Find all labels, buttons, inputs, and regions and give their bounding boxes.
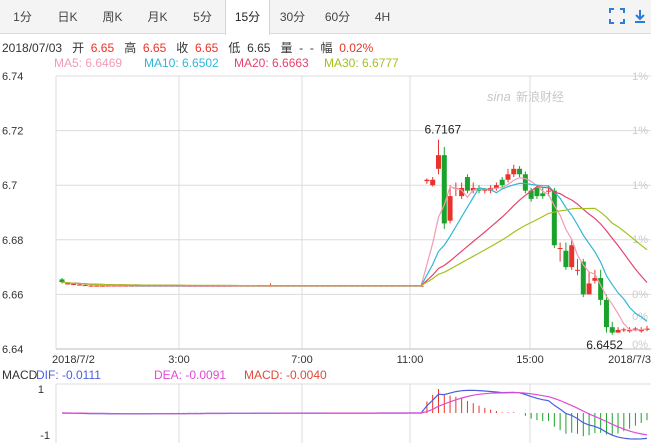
macd-header-3: MACD: -0.0040 bbox=[244, 368, 327, 382]
macd-header-2: DEA: -0.0091 bbox=[154, 368, 226, 382]
candle-body bbox=[615, 329, 621, 333]
pct-tick: 0% bbox=[632, 289, 648, 301]
candle-body bbox=[534, 187, 540, 197]
ma5-line bbox=[61, 176, 648, 331]
candle-body bbox=[621, 329, 627, 331]
candle-body bbox=[586, 283, 592, 295]
watermark-text: 新浪财经 bbox=[516, 89, 564, 104]
ma10-line bbox=[61, 182, 648, 322]
price-tick: 6.68 bbox=[2, 235, 23, 247]
candle-body bbox=[88, 285, 94, 287]
macd-header-0: MACD bbox=[2, 368, 38, 382]
candle-body bbox=[522, 174, 528, 191]
candle-body bbox=[557, 247, 563, 249]
pct-tick: 1% bbox=[632, 180, 648, 192]
candle-body bbox=[71, 284, 77, 286]
candle-body bbox=[65, 283, 71, 285]
price-tick: 6.66 bbox=[2, 289, 23, 301]
candle-body bbox=[464, 177, 470, 191]
sina-logo-icon: sina bbox=[487, 89, 511, 104]
ma20-line bbox=[61, 185, 648, 287]
candle-body bbox=[435, 155, 441, 169]
candle-body bbox=[574, 269, 580, 271]
candle-body bbox=[609, 327, 615, 333]
candle-body bbox=[517, 168, 523, 175]
time-tick: 2018/7/3 bbox=[608, 354, 651, 366]
macd-tick: 1 bbox=[38, 384, 44, 396]
macd-tick: -1 bbox=[40, 430, 50, 442]
time-tick: 2018/7/2 bbox=[52, 354, 95, 366]
high-annotation: 6.7167 bbox=[424, 123, 461, 137]
candle-body bbox=[424, 179, 430, 182]
price-tick: 6.72 bbox=[2, 126, 23, 138]
time-tick: 15:00 bbox=[516, 354, 544, 366]
kline-chart-widget: 1分 日K 周K 月K 5分 15分 30分 60分 4H 2018/07/03 开 6.65 … bbox=[0, 0, 651, 443]
candle-body bbox=[82, 285, 88, 287]
candle-body bbox=[430, 179, 436, 186]
candle-body bbox=[511, 168, 517, 175]
time-tick: 3:00 bbox=[168, 354, 189, 366]
ma30-line bbox=[61, 207, 648, 287]
price-tick: 6.64 bbox=[2, 344, 23, 356]
macd-header-1: DIF: -0.0111 bbox=[36, 368, 101, 382]
dif-line bbox=[61, 389, 648, 440]
kline-chart[interactable]: 6.746.726.76.686.666.641%1%1%1%0%0%0%201… bbox=[0, 0, 651, 443]
pct-tick: 1% bbox=[632, 71, 648, 83]
time-tick: 7:00 bbox=[291, 354, 312, 366]
candle-body bbox=[563, 250, 569, 268]
candle-body bbox=[603, 299, 609, 328]
candle-body bbox=[551, 190, 557, 246]
low-annotation: 6.6452 bbox=[586, 338, 623, 352]
price-tick: 6.7 bbox=[2, 180, 17, 192]
candle-body bbox=[505, 174, 511, 180]
pct-tick: 1% bbox=[632, 125, 648, 137]
candle-body bbox=[499, 179, 505, 186]
candle-body bbox=[441, 155, 447, 224]
candle-body bbox=[569, 245, 575, 268]
dea-line bbox=[62, 392, 648, 436]
candle-body bbox=[546, 190, 552, 192]
candle-body bbox=[76, 284, 82, 286]
price-tick: 6.74 bbox=[2, 71, 23, 83]
candle-body bbox=[447, 196, 453, 221]
candle-body bbox=[540, 193, 546, 197]
time-tick: 11:00 bbox=[397, 354, 424, 366]
pct-tick: 0% bbox=[632, 339, 648, 351]
candle-body bbox=[94, 285, 100, 287]
candle-body bbox=[59, 279, 65, 283]
